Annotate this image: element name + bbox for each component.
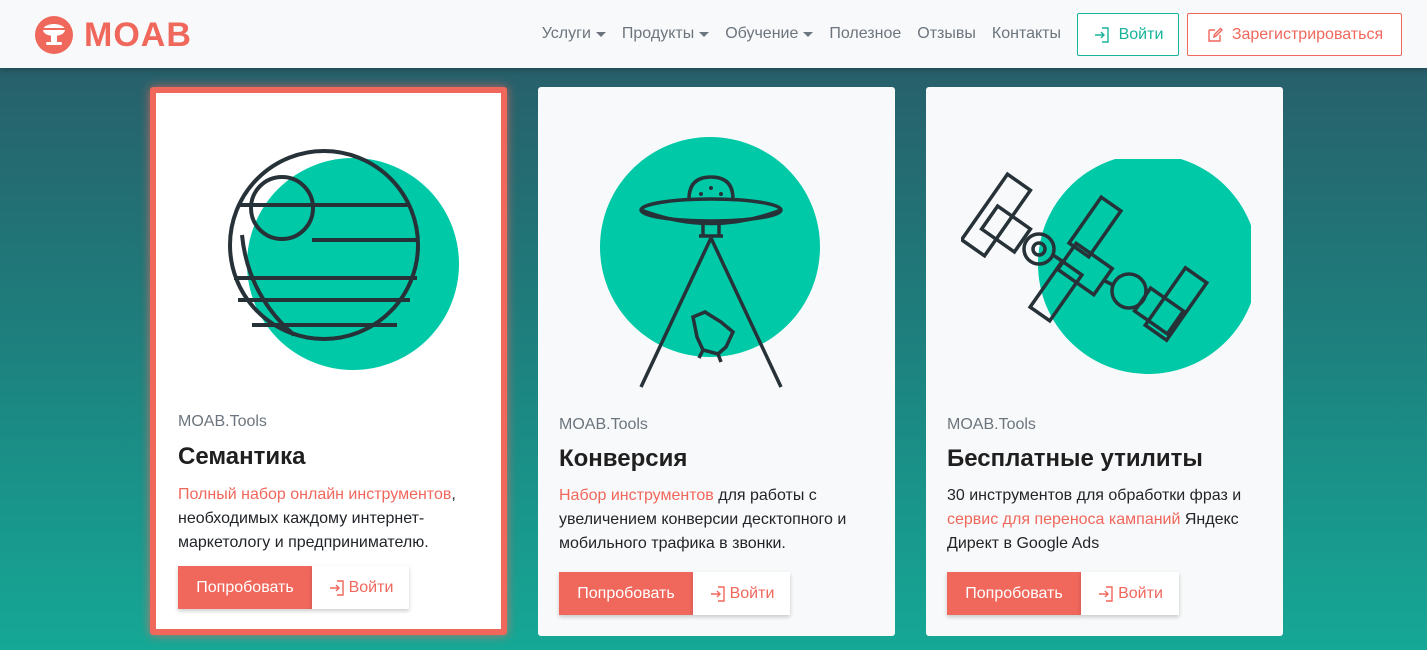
card-text-part: мобильного трафика в звонки.	[559, 535, 786, 552]
enter-label: Войти	[729, 584, 775, 602]
edit-icon	[1208, 27, 1223, 42]
product-card-semantics[interactable]: MOAB.Tools Семантика Полный набор онлайн…	[150, 87, 507, 635]
card-brand: MOAB.Tools	[178, 413, 267, 430]
card-text-part: Директ в Google Ads	[947, 535, 1100, 552]
sign-in-icon	[710, 585, 725, 602]
card-title: Конверсия	[559, 445, 688, 472]
try-label: Попробовать	[196, 578, 294, 596]
card-title: Бесплатные утилиты	[947, 445, 1203, 472]
try-button[interactable]: Попробовать	[559, 572, 693, 615]
card-text-part: ,	[451, 486, 456, 503]
main-nav: Услуги Продукты Обучение Полезное Отзывы…	[534, 0, 1069, 68]
enter-label: Войти	[1118, 584, 1163, 602]
try-button[interactable]: Попробовать	[947, 572, 1081, 615]
top-navbar: MOAB Услуги Продукты Обучение Полезное О…	[0, 0, 1427, 68]
card-title: Семантика	[178, 443, 306, 470]
nav-item-services[interactable]: Услуги	[534, 25, 614, 43]
try-label: Попробовать	[965, 584, 1063, 602]
enter-button[interactable]: Войти	[1081, 572, 1179, 615]
login-label: Войти	[1118, 25, 1164, 43]
mushroom-cloud-icon	[35, 16, 73, 54]
caret-down-icon	[699, 31, 710, 37]
header-register-button[interactable]: Зарегистрироваться	[1187, 13, 1402, 56]
caret-down-icon	[595, 31, 606, 37]
enter-label: Войти	[348, 578, 394, 596]
card-description: Полный набор онлайн инструментов, необхо…	[178, 483, 488, 555]
card-description: Набор инструментов для работы с увеличен…	[559, 484, 879, 556]
card-brand: MOAB.Tools	[559, 416, 648, 433]
try-label: Попробовать	[577, 584, 675, 602]
nav-item-reviews[interactable]: Отзывы	[909, 25, 984, 43]
card-text-part: 30 инструментов для обработки фраз и	[947, 487, 1242, 504]
try-button[interactable]: Попробовать	[178, 566, 312, 609]
nav-item-contacts[interactable]: Контакты	[984, 25, 1069, 43]
card-text-part: необходимых каждому интернет-	[178, 510, 425, 527]
death-star-icon	[228, 149, 459, 370]
satellite-icon	[961, 159, 1251, 374]
sign-in-icon	[329, 579, 344, 596]
card-text-part: увеличением конверсии десктопного и	[559, 511, 847, 528]
enter-button[interactable]: Войти	[312, 566, 409, 609]
product-card-free-utilities[interactable]: MOAB.Tools Бесплатные утилиты 30 инструм…	[926, 87, 1283, 636]
card-text-part: маркетологу и предпринимателю.	[178, 534, 429, 551]
card-text-part: Яндекс	[1180, 511, 1239, 528]
sign-in-icon	[1099, 585, 1113, 602]
nav-label: Продукты	[621, 25, 695, 42]
register-label: Зарегистрироваться	[1231, 25, 1384, 43]
card-link[interactable]: сервис для переноса кампаний	[947, 511, 1180, 528]
nav-item-products[interactable]: Продукты	[614, 25, 717, 43]
card-link[interactable]: Набор инструментов	[559, 487, 714, 504]
nav-label: Полезное	[829, 25, 902, 42]
nav-label: Обучение	[725, 25, 799, 42]
nav-item-education[interactable]: Обучение	[717, 25, 821, 43]
nav-label: Услуги	[541, 25, 591, 42]
sign-in-icon	[1094, 26, 1109, 43]
header-login-button[interactable]: Войти	[1077, 13, 1179, 56]
logo-text: MOAB	[84, 16, 192, 54]
logo[interactable]: MOAB	[34, 15, 192, 55]
nav-item-useful[interactable]: Полезное	[821, 25, 909, 43]
product-card-conversion[interactable]: MOAB.Tools Конверсия Набор инструментов …	[538, 87, 895, 636]
enter-button[interactable]: Войти	[693, 572, 790, 615]
card-text-part: для работы с	[713, 487, 817, 504]
nav-label: Контакты	[991, 25, 1061, 42]
caret-down-icon	[803, 31, 814, 37]
card-description: 30 инструментов для обработки фраз и сер…	[947, 484, 1272, 556]
card-brand: MOAB.Tools	[947, 416, 1036, 433]
nav-label: Отзывы	[917, 25, 976, 42]
ufo-icon	[600, 137, 820, 388]
card-link[interactable]: Полный набор онлайн инструментов	[178, 486, 451, 503]
